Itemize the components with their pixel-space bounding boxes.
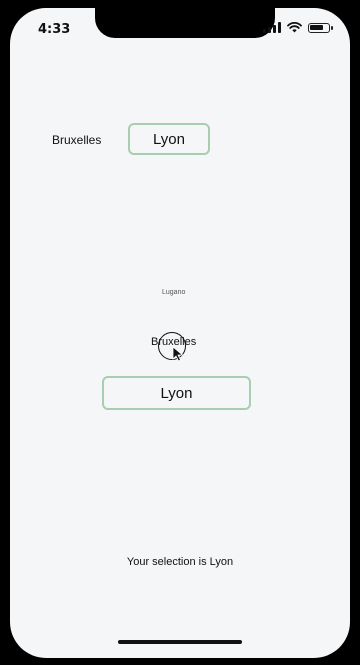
- top-city-button[interactable]: Lyon: [128, 123, 210, 155]
- top-city-label: Bruxelles: [52, 133, 102, 147]
- selected-city-button[interactable]: Lyon: [102, 376, 251, 410]
- pointer-cursor-icon: [172, 346, 184, 362]
- status-icons: [263, 22, 333, 33]
- wifi-icon: [287, 22, 302, 33]
- battery-fill: [310, 24, 323, 30]
- device-notch: [95, 8, 275, 38]
- cellular-signal-icon: [263, 22, 281, 33]
- status-time: 4:33: [38, 22, 71, 37]
- battery-icon: [308, 22, 333, 33]
- home-indicator[interactable]: [118, 640, 242, 644]
- selection-status-text: Your selection is Lyon: [126, 556, 234, 568]
- picker-item[interactable]: Lugano: [162, 289, 185, 296]
- device-frame: 4:33 Bruxelles Lyon Lugano Bruxelles Lyo…: [0, 0, 360, 665]
- app-screen: 4:33 Bruxelles Lyon Lugano Bruxelles Lyo…: [10, 8, 350, 658]
